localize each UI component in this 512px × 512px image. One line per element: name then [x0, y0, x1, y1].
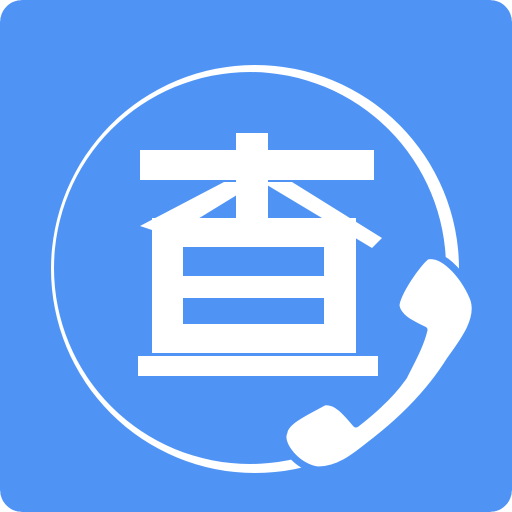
app-icon[interactable]: 查: [0, 0, 512, 512]
app-icon-graphic: [0, 0, 512, 512]
